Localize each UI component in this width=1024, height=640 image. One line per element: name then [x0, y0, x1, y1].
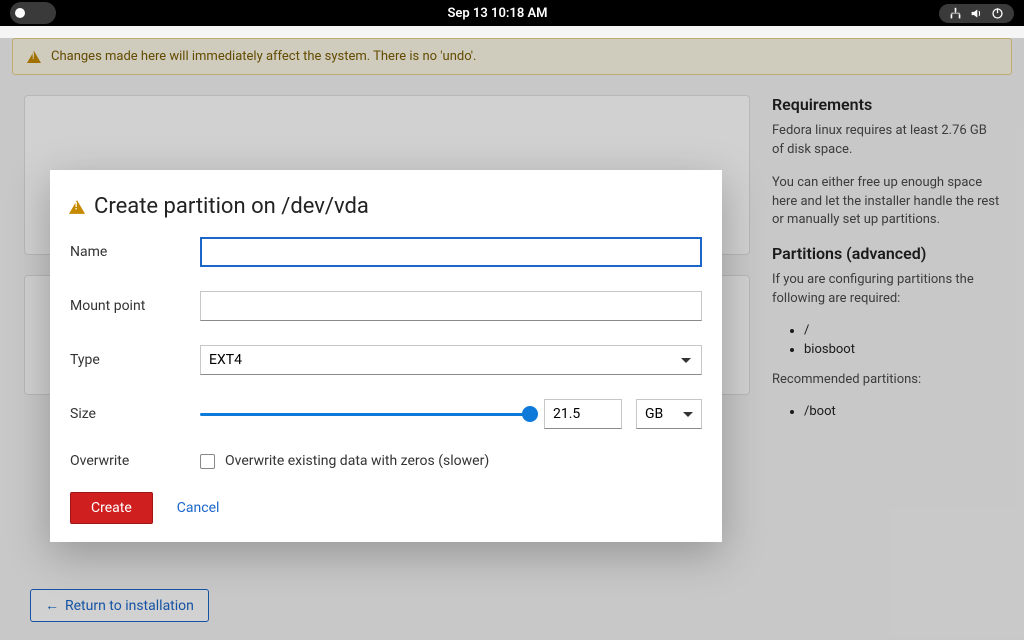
size-label: Size	[70, 406, 200, 422]
type-label: Type	[70, 352, 200, 368]
slider-thumb[interactable]	[522, 406, 538, 422]
mountpoint-label: Mount point	[70, 298, 200, 314]
name-label: Name	[70, 244, 200, 260]
type-select[interactable]: EXT4	[200, 345, 702, 375]
overwrite-checkbox[interactable]	[200, 454, 215, 469]
system-tray[interactable]	[939, 4, 1014, 23]
cancel-button[interactable]: Cancel	[177, 500, 220, 516]
create-partition-dialog: Create partition on /dev/vda Name Mount …	[50, 170, 722, 542]
mountpoint-input[interactable]	[200, 291, 702, 321]
dialog-title: Create partition on /dev/vda	[70, 194, 702, 219]
power-icon	[991, 7, 1004, 20]
size-slider[interactable]	[200, 404, 530, 424]
network-icon	[949, 7, 962, 20]
name-input[interactable]	[200, 237, 702, 267]
gnome-topbar: Sep 13 10:18 AM	[0, 0, 1024, 26]
activities-pill[interactable]	[10, 2, 56, 24]
warning-icon	[69, 200, 85, 214]
clock[interactable]: Sep 13 10:18 AM	[447, 6, 547, 21]
chevron-down-icon	[683, 412, 693, 417]
size-unit-select[interactable]: GB	[636, 399, 702, 429]
volume-icon	[970, 7, 983, 20]
chevron-down-icon	[681, 358, 691, 363]
overwrite-label: Overwrite	[70, 453, 200, 469]
size-value-input[interactable]	[544, 399, 622, 429]
overwrite-checkbox-row[interactable]: Overwrite existing data with zeros (slow…	[200, 453, 702, 469]
create-button[interactable]: Create	[70, 492, 153, 524]
